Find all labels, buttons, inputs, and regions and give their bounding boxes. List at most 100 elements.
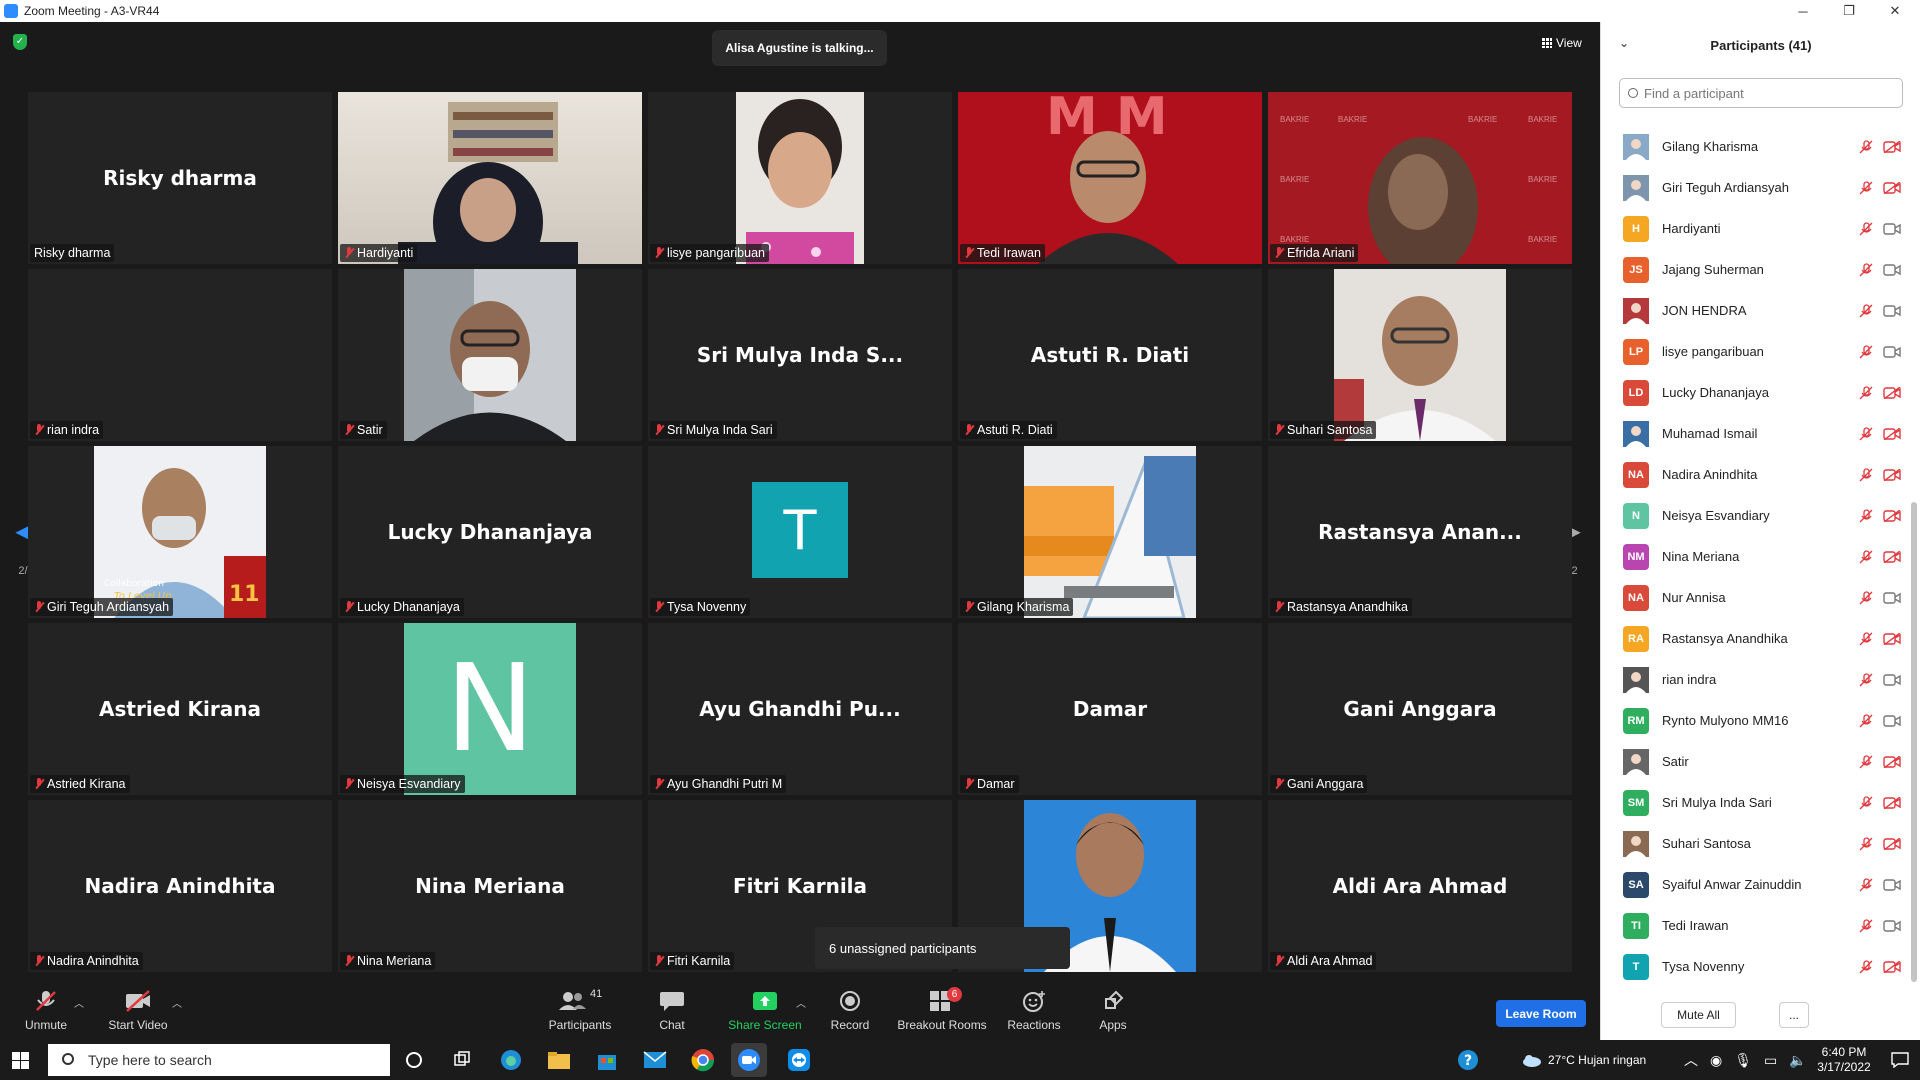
- video-off-icon[interactable]: [1883, 140, 1901, 153]
- participant-tile[interactable]: Hardiyanti: [338, 92, 642, 264]
- muted-mic-icon[interactable]: [1859, 303, 1873, 318]
- unmute-button[interactable]: Unmute: [6, 986, 86, 1036]
- participant-tile[interactable]: Nadira Anindhita Nadira Anindhita: [28, 800, 332, 972]
- chrome-icon[interactable]: [689, 1046, 717, 1074]
- participant-list-item[interactable]: rian indra: [1601, 659, 1911, 700]
- participant-list-item[interactable]: JON HENDRA: [1601, 290, 1911, 331]
- security-shield-icon[interactable]: ✓: [13, 34, 27, 50]
- participant-list-item[interactable]: RA Rastansya Anandhika: [1601, 618, 1911, 659]
- leave-room-button[interactable]: Leave Room: [1496, 1000, 1586, 1027]
- unassigned-participants-popup[interactable]: 6 unassigned participants: [815, 927, 1070, 969]
- taskbar-search-input[interactable]: Type here to search: [48, 1044, 390, 1076]
- participant-list-item[interactable]: RM Rynto Mulyono MM16: [1601, 700, 1911, 741]
- participant-list-item[interactable]: LP lisye pangaribuan: [1601, 331, 1911, 372]
- close-button[interactable]: ✕: [1872, 0, 1918, 22]
- muted-mic-icon[interactable]: [1859, 590, 1873, 605]
- clock[interactable]: 6:40 PM 3/17/2022: [1806, 1040, 1882, 1080]
- video-off-icon[interactable]: [1883, 386, 1901, 399]
- participant-tile[interactable]: Suhari Santosa: [1268, 269, 1572, 441]
- participant-tile[interactable]: Ayu Ghandhi Pu... Ayu Ghandhi Putri M: [648, 623, 952, 795]
- participant-list-item[interactable]: Satir: [1601, 741, 1911, 782]
- participant-list-item[interactable]: Muhamad Ismail: [1601, 413, 1911, 454]
- view-button[interactable]: View: [1536, 32, 1588, 54]
- video-off-icon[interactable]: [1883, 796, 1901, 809]
- network-icon[interactable]: ▭: [1764, 1052, 1777, 1069]
- muted-mic-icon[interactable]: [1859, 631, 1873, 646]
- start-video-button[interactable]: Start Video: [98, 986, 178, 1036]
- file-explorer-icon[interactable]: [545, 1046, 573, 1074]
- participant-tile[interactable]: Lucky Dhananjaya Lucky Dhananjaya: [338, 446, 642, 618]
- participant-list-item[interactable]: LD Lucky Dhananjaya: [1601, 372, 1911, 413]
- mute-all-button[interactable]: Mute All: [1661, 1002, 1736, 1028]
- video-icon[interactable]: [1883, 591, 1901, 604]
- muted-mic-icon[interactable]: [1859, 836, 1873, 851]
- muted-mic-icon[interactable]: [1859, 918, 1873, 933]
- video-icon[interactable]: [1883, 263, 1901, 276]
- muted-mic-icon[interactable]: [1859, 221, 1873, 236]
- participant-list-item[interactable]: Giri Teguh Ardiansyah: [1601, 167, 1911, 208]
- video-icon[interactable]: [1883, 919, 1901, 932]
- video-off-icon[interactable]: [1883, 837, 1901, 850]
- muted-mic-icon[interactable]: [1859, 467, 1873, 482]
- participant-tile[interactable]: Gani Anggara Gani Anggara: [1268, 623, 1572, 795]
- participant-list-item[interactable]: NM Nina Meriana: [1601, 536, 1911, 577]
- help-icon[interactable]: ?: [1454, 1046, 1482, 1074]
- video-off-icon[interactable]: [1883, 960, 1901, 973]
- participant-tile[interactable]: N Neisya Esvandiary: [338, 623, 642, 795]
- chat-button[interactable]: Chat: [632, 986, 712, 1036]
- participant-list-item[interactable]: N Neisya Esvandiary: [1601, 495, 1911, 536]
- participant-list-item[interactable]: H Hardiyanti: [1601, 208, 1911, 249]
- participant-tile[interactable]: Damar Damar: [958, 623, 1262, 795]
- task-view-icon[interactable]: [448, 1046, 476, 1074]
- cortana-icon[interactable]: [400, 1046, 428, 1074]
- record-button[interactable]: Record: [810, 986, 890, 1036]
- video-icon[interactable]: [1883, 878, 1901, 891]
- participant-list-item[interactable]: T Tysa Novenny: [1601, 946, 1911, 987]
- minimize-button[interactable]: ─: [1780, 0, 1826, 22]
- muted-mic-icon[interactable]: [1859, 139, 1873, 154]
- tray-overflow-icon[interactable]: ︿: [1684, 1050, 1698, 1070]
- apps-button[interactable]: Apps: [1073, 986, 1153, 1036]
- muted-mic-icon[interactable]: [1859, 672, 1873, 687]
- muted-mic-icon[interactable]: [1859, 262, 1873, 277]
- participant-tile[interactable]: Nina Meriana Nina Meriana: [338, 800, 642, 972]
- audio-options-caret[interactable]: ︿: [74, 995, 84, 1010]
- muted-mic-icon[interactable]: [1859, 754, 1873, 769]
- video-off-icon[interactable]: [1883, 550, 1901, 563]
- video-icon[interactable]: [1883, 222, 1901, 235]
- participant-list-scrollbar[interactable]: [1911, 502, 1917, 982]
- muted-mic-icon[interactable]: [1859, 713, 1873, 728]
- muted-mic-icon[interactable]: [1859, 180, 1873, 195]
- video-options-caret[interactable]: ︿: [172, 995, 182, 1010]
- video-icon[interactable]: [1883, 345, 1901, 358]
- weather-widget[interactable]: 27°C Hujan ringan: [1520, 1040, 1646, 1080]
- participant-tile[interactable]: Risky dharma Risky dharma: [28, 92, 332, 264]
- share-screen-button[interactable]: Share Screen: [722, 986, 808, 1036]
- store-icon[interactable]: [593, 1046, 621, 1074]
- participant-list-item[interactable]: TI Tedi Irawan: [1601, 905, 1911, 946]
- muted-mic-icon[interactable]: [1859, 426, 1873, 441]
- participant-tile[interactable]: rian indra: [28, 269, 332, 441]
- microphone-icon[interactable]: 🎙: [1734, 1052, 1752, 1069]
- participants-button[interactable]: 41 Participants: [538, 986, 622, 1036]
- tray-record-icon[interactable]: ◉: [1710, 1052, 1722, 1069]
- more-options-button[interactable]: ...: [1779, 1002, 1809, 1028]
- muted-mic-icon[interactable]: [1859, 344, 1873, 359]
- participant-tile[interactable]: Sri Mulya Inda S... Sri Mulya Inda Sari: [648, 269, 952, 441]
- video-off-icon[interactable]: [1883, 755, 1901, 768]
- participant-tile[interactable]: Satir: [338, 269, 642, 441]
- mail-icon[interactable]: [641, 1046, 669, 1074]
- participant-tile[interactable]: Astried Kirana Astried Kirana: [28, 623, 332, 795]
- participant-tile[interactable]: 11 Collaboration To Level Up Giri Teguh Ard…: [28, 446, 332, 618]
- muted-mic-icon[interactable]: [1859, 795, 1873, 810]
- muted-mic-icon[interactable]: [1859, 959, 1873, 974]
- zoom-taskbar-icon[interactable]: [731, 1043, 767, 1077]
- participant-list-item[interactable]: SA Syaiful Anwar Zainuddin: [1601, 864, 1911, 905]
- muted-mic-icon[interactable]: [1859, 877, 1873, 892]
- participant-list-item[interactable]: Gilang Kharisma: [1601, 126, 1911, 167]
- participant-tile[interactable]: Gilang Kharisma: [958, 446, 1262, 618]
- edge-browser-icon[interactable]: [497, 1046, 525, 1074]
- participant-tile[interactable]: T Tysa Novenny: [648, 446, 952, 618]
- teamviewer-icon[interactable]: [785, 1046, 813, 1074]
- windows-start-icon[interactable]: [12, 1052, 29, 1069]
